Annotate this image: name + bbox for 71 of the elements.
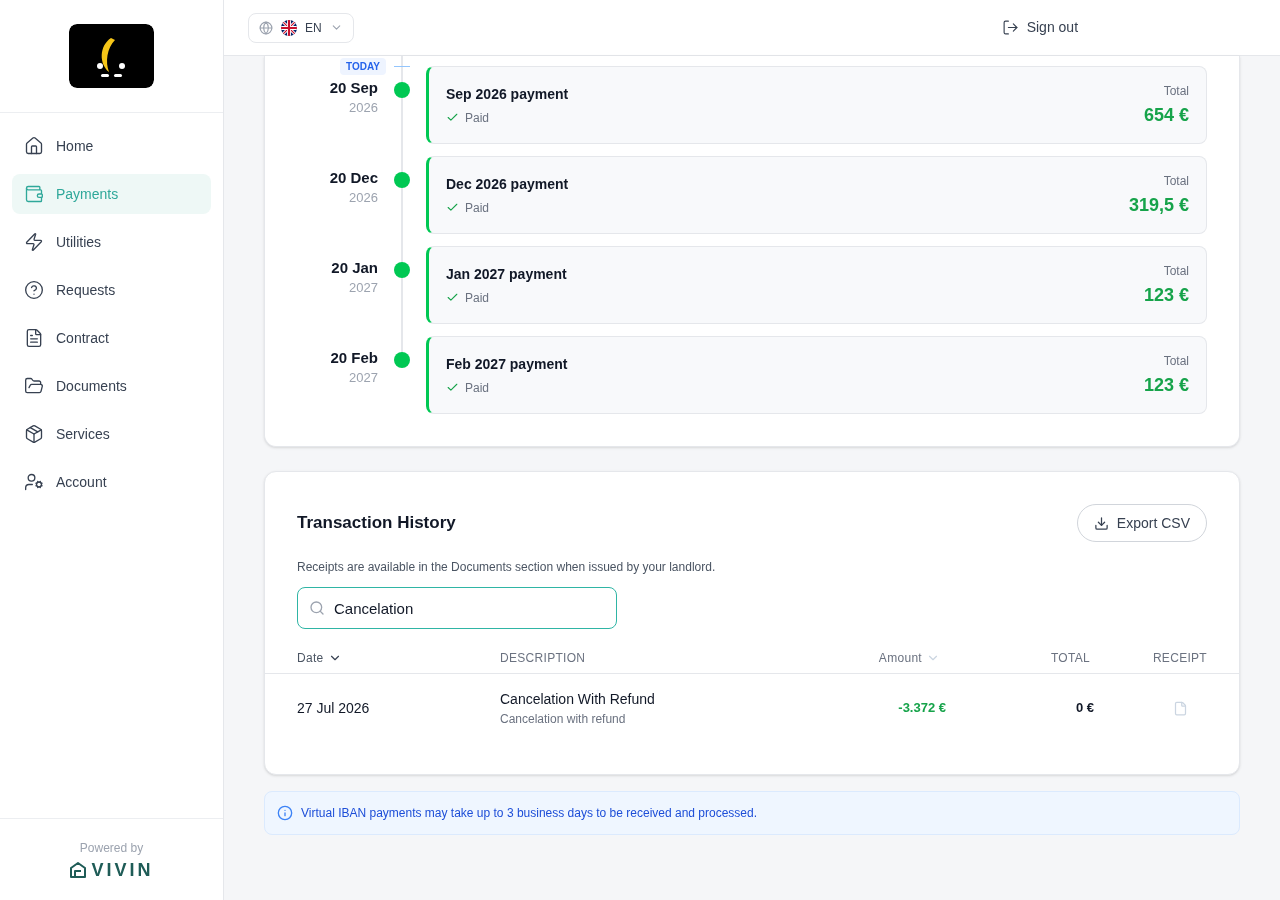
check-icon: [446, 111, 459, 124]
nav-item[interactable]: Requests: [12, 270, 211, 310]
user-gear-icon: [24, 472, 44, 492]
payment-status: Paid: [465, 379, 490, 397]
column-header: RECEIPT: [1152, 649, 1207, 667]
download-icon: [1093, 515, 1109, 531]
payment-status: Paid: [465, 199, 490, 217]
timeline-date: 20 Sep: [329, 78, 378, 98]
lightning-icon: [24, 232, 44, 252]
timeline-year: 2027: [349, 369, 378, 387]
timeline-year: 2026: [349, 189, 378, 207]
timeline-year: 2027: [349, 279, 378, 297]
nav-item[interactable]: Utilities: [12, 222, 211, 262]
document-icon: [24, 328, 44, 348]
amount-cell-text: -3.372 €: [898, 699, 946, 718]
payment-title: Dec 2026 payment: [446, 174, 569, 194]
today-badge: TODAY: [340, 58, 386, 75]
search-icon: [309, 600, 325, 616]
receipt-icon[interactable]: [1173, 700, 1188, 716]
total-cell-text: 0 €: [1075, 699, 1094, 718]
payment-status: Paid: [465, 289, 490, 307]
powered-by-text: Powered by: [79, 840, 144, 857]
payment-status: Paid: [465, 109, 490, 127]
nav-item[interactable]: Contract: [12, 318, 211, 358]
sign-out-button[interactable]: Sign out: [1001, 17, 1079, 38]
total-label: Total: [1163, 352, 1189, 370]
column-header: DESCRIPTION: [500, 649, 586, 667]
box-icon: [24, 424, 44, 444]
nav-item[interactable]: Account: [12, 462, 211, 502]
check-icon: [446, 381, 459, 394]
payment-total: 654 €: [1143, 103, 1189, 127]
column-header: TOTAL: [1050, 649, 1090, 667]
info-text: Virtual IBAN payments may take up to 3 business days to be received and processed.: [301, 805, 758, 822]
section-title: Transaction History: [297, 512, 456, 535]
nav-item[interactable]: Documents: [12, 366, 211, 406]
language-selector[interactable]: EN: [248, 12, 354, 43]
timeline-date: 20 Jan: [331, 258, 378, 278]
timeline-date: 20 Feb: [330, 348, 378, 368]
column-header[interactable]: Date: [297, 648, 342, 667]
description-text: Cancelation With Refund: [500, 689, 656, 709]
timeline-date: 20 Dec: [329, 168, 378, 188]
uk-flag-icon: [281, 19, 297, 36]
wallet-icon: [24, 184, 44, 204]
nav-item[interactable]: Home: [12, 126, 211, 166]
payment-title: Feb 2027 payment: [446, 354, 568, 374]
total-label: Total: [1163, 172, 1189, 190]
logo-icon: [69, 24, 154, 88]
check-icon: [446, 291, 459, 304]
info-icon: [277, 805, 293, 821]
receipts-note: Receipts are available in the Documents section when issued by your landlord.: [296, 559, 717, 576]
payment-total: 123 €: [1143, 283, 1189, 307]
description-detail: Cancelation with refund: [500, 710, 627, 728]
payment-total: 123 €: [1143, 373, 1189, 397]
sign-out-icon: [1001, 19, 1019, 36]
folder-icon: [24, 376, 44, 396]
nav-item[interactable]: Services: [12, 414, 211, 454]
column-header[interactable]: Amount: [878, 648, 940, 667]
check-icon: [446, 201, 459, 214]
house-icon: [24, 136, 44, 156]
help-icon: [24, 280, 44, 300]
search-field[interactable]: Cancelation: [297, 587, 617, 629]
total-label: Total: [1163, 82, 1189, 100]
timeline-year: 2026: [349, 99, 378, 117]
total-label: Total: [1163, 262, 1189, 280]
date-cell-text: 27 Jul 2026: [297, 698, 371, 718]
payment-title: Jan 2027 payment: [446, 264, 567, 284]
house-logo-icon: [69, 861, 88, 879]
globe-icon: [259, 20, 273, 35]
brand-name: VIVIN: [91, 861, 154, 879]
payment-total: 319,5 €: [1128, 193, 1189, 217]
payment-title: Sep 2026 payment: [446, 84, 569, 104]
